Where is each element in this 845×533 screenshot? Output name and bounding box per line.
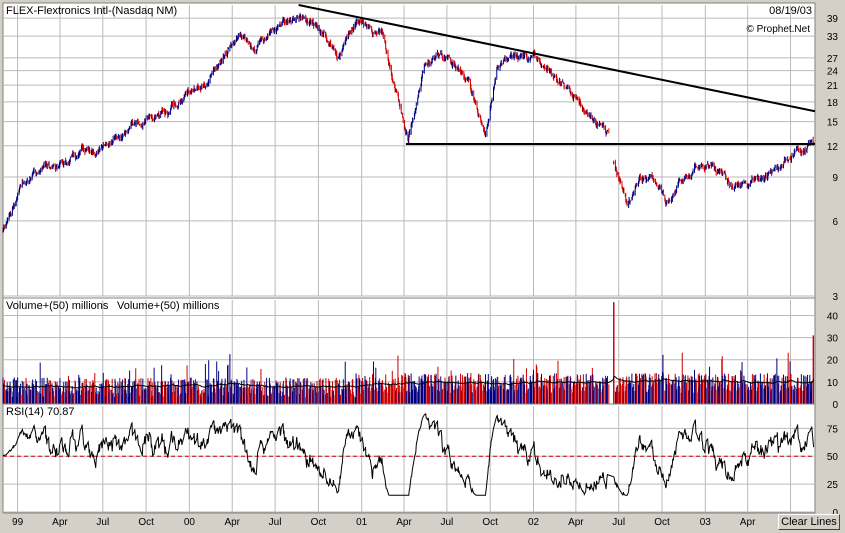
- price-panel: 3 6 9 12 15 18 21 24 27 33 39 FLEX-Flextronics Int…: [2, 2, 839, 303]
- price-tick-label: 27: [827, 54, 839, 65]
- price-tick-label: 12: [827, 142, 839, 153]
- x-tick-label: Apr: [396, 517, 412, 528]
- price-tick-label: 9: [832, 173, 838, 184]
- price-tick-label: 24: [827, 67, 839, 78]
- watermark: © Prophet.Net: [746, 24, 810, 35]
- price-tick-label: 15: [827, 118, 839, 129]
- x-tick-label: Jul: [612, 517, 625, 528]
- x-tick-label: Jul: [96, 517, 109, 528]
- rsi-tick-label: 50: [827, 452, 839, 463]
- volume-label: Volume+(50) millions: [6, 300, 109, 312]
- volume-tick-label: 40: [827, 311, 839, 322]
- x-tick-label: Oct: [138, 517, 154, 528]
- price-tick-label: 39: [827, 14, 839, 25]
- clear-lines-button[interactable]: Clear Lines: [778, 514, 840, 530]
- price-tick-label: 18: [827, 98, 839, 109]
- price-tick-label: 3: [832, 292, 838, 303]
- x-tick-label: Jul: [269, 517, 282, 528]
- price-tick-label: 21: [827, 81, 839, 92]
- stock-chart: 3 6 9 12 15 18 21 24 27 33 39 FLEX-Flextronics Int…: [0, 0, 845, 533]
- volume-tick-label: 20: [827, 356, 839, 367]
- volume-panel: 0 10 20 30 40 Volume+(50) millions Volume+(5…: [2, 297, 839, 411]
- x-tick-label: 99: [12, 517, 24, 528]
- price-plot-area: [2, 2, 816, 299]
- volume-tick-label: 30: [827, 334, 839, 345]
- x-tick-label: Oct: [311, 517, 327, 528]
- x-tick-label: 02: [528, 517, 540, 528]
- rsi-tick-label: 75: [827, 424, 839, 435]
- price-tick-label: 33: [827, 32, 839, 43]
- rsi-tick-label: 25: [827, 480, 839, 491]
- volume-tick-label: 10: [827, 378, 839, 389]
- x-tick-label: Apr: [224, 517, 240, 528]
- rsi-plot-area: [2, 403, 816, 514]
- price-tick-label: 6: [832, 217, 838, 228]
- chart-date: 08/19/03: [769, 5, 812, 17]
- x-tick-label: Apr: [52, 517, 68, 528]
- volume-tick-label: 0: [832, 400, 838, 411]
- x-tick-label: Oct: [654, 517, 670, 528]
- x-tick-label: Apr: [568, 517, 584, 528]
- x-tick-label: 03: [700, 517, 712, 528]
- x-tick-label: Jul: [440, 517, 453, 528]
- rsi-label: RSI(14) 70.87: [6, 406, 74, 418]
- x-tick-label: Apr: [740, 517, 756, 528]
- x-tick-label: Oct: [482, 517, 498, 528]
- chart-title: FLEX-Flextronics Intl-(Nasdaq NM): [6, 5, 177, 17]
- rsi-panel: 0 25 50 75 RSI(14) 70.87: [2, 403, 839, 519]
- x-tick-label: 01: [356, 517, 368, 528]
- x-tick-label: 00: [184, 517, 196, 528]
- volume-legend: Volume+(50) millions: [117, 300, 220, 312]
